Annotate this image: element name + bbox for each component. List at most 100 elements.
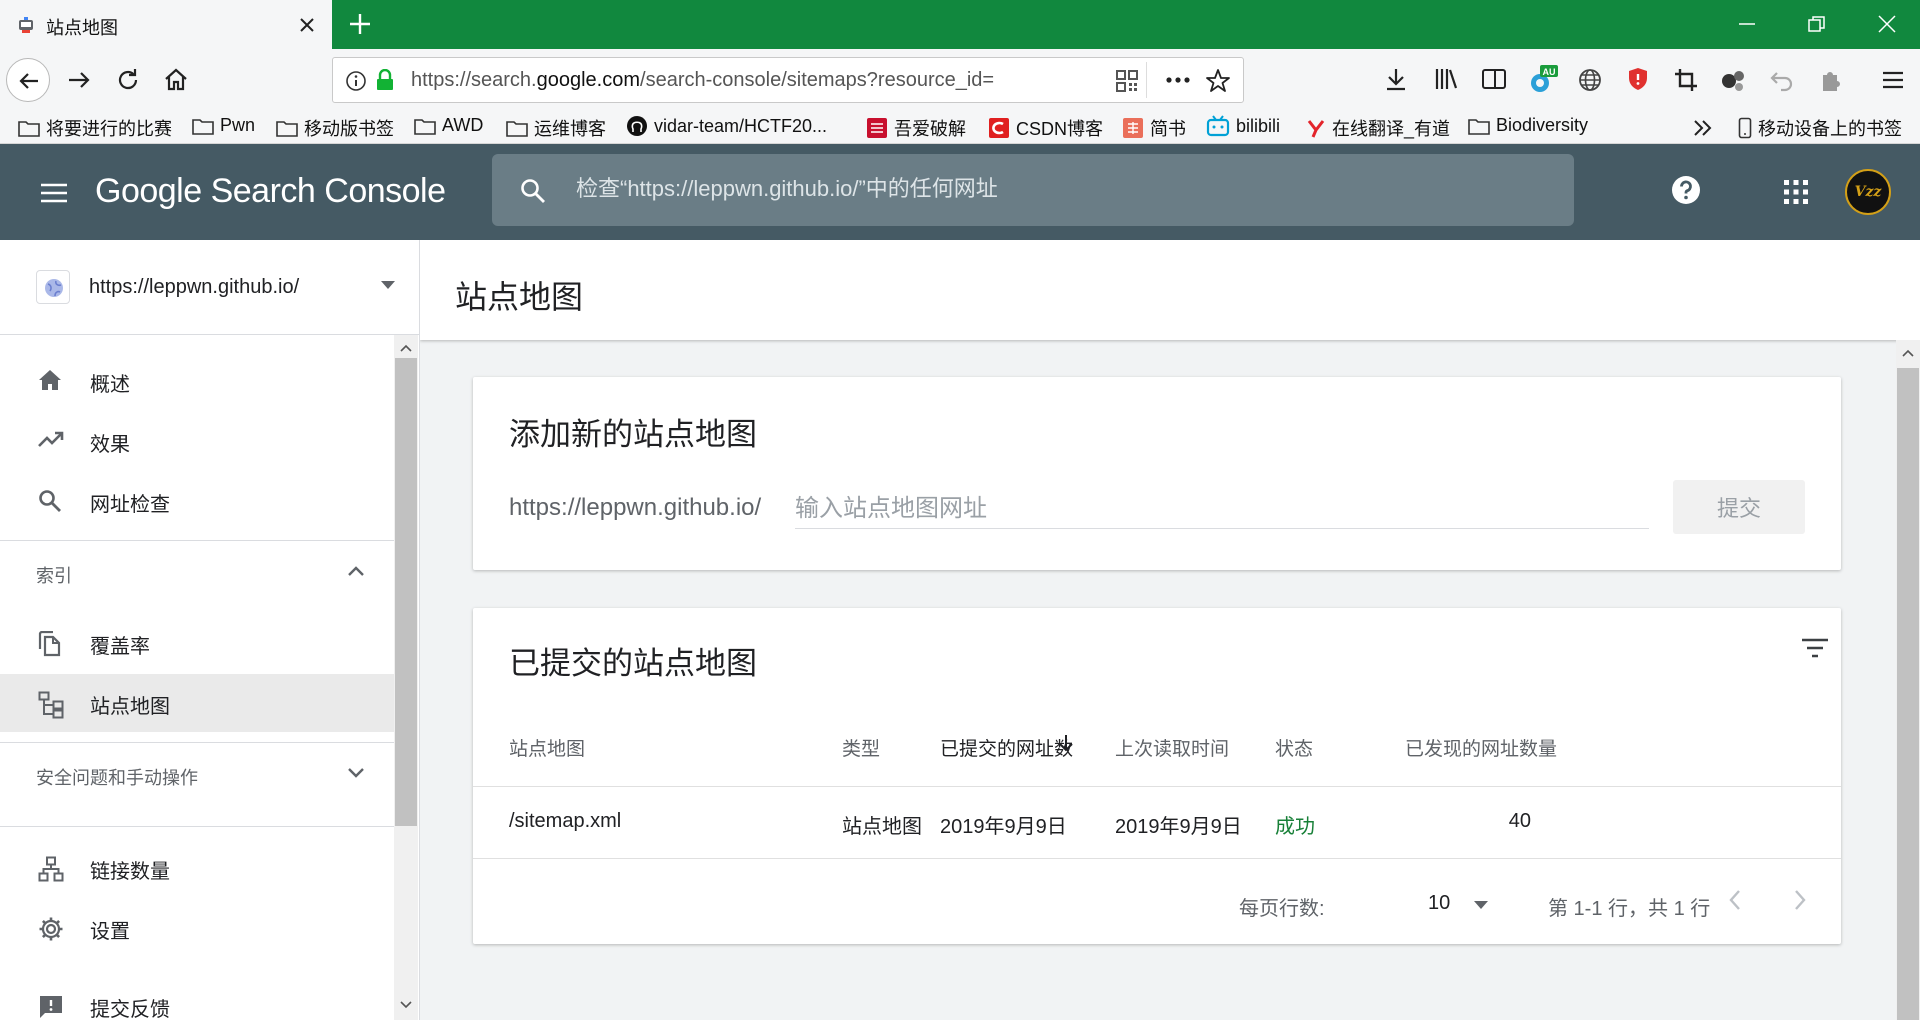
address-bar[interactable]: https://search.google.com/search-console… [332,57,1244,103]
download-icon[interactable] [1383,66,1409,92]
rows-per-page-select[interactable]: 10 [1428,892,1450,915]
chevron-down-icon [347,767,365,779]
bookmarks-overflow-icon[interactable] [1692,119,1714,137]
sidebar-item-url-inspection[interactable]: 网址检查 [0,472,394,530]
trending-up-icon [38,429,64,451]
csdn-icon [989,118,1009,138]
home-icon[interactable] [163,66,189,92]
close-window-icon[interactable] [1876,13,1898,35]
bookmark-link[interactable]: 在线翻译_有道 [1306,115,1450,141]
dots-extension-icon[interactable] [1720,67,1746,93]
shield-extension-icon[interactable] [1626,66,1650,92]
bookmark-folder[interactable]: Biodiversity [1468,115,1588,136]
info-icon[interactable] [345,70,367,92]
close-tab-icon[interactable] [298,16,316,34]
column-header-last-read[interactable]: 上次读取时间 [1115,734,1229,761]
filter-icon[interactable] [1801,638,1829,658]
card-title: 添加新的站点地图 [509,417,757,452]
main-scrollbar-thumb[interactable] [1897,368,1919,1020]
bookmark-folder-mobile[interactable]: 移动设备上的书签 [1738,115,1902,141]
sidebar-toggle-icon[interactable] [1481,67,1507,91]
puzzle-extension-icon[interactable] [1817,67,1843,93]
scroll-down-icon[interactable] [400,1001,412,1009]
new-tab-icon[interactable] [348,12,372,36]
gsc-logo[interactable]: Google Search Console [95,172,446,211]
section-security-header[interactable]: 安全问题和手动操作 [0,745,394,805]
bookmark-label: Pwn [220,115,256,135]
bookmark-folder[interactable]: AWD [414,115,483,136]
back-button[interactable] [6,58,50,102]
column-header-status[interactable]: 状态 [1275,734,1313,761]
lock-icon [375,69,395,91]
bookmark-link[interactable]: vidar-team/HCTF20... [626,115,827,137]
restore-window-icon[interactable] [1806,13,1828,35]
sidebar-scrollbar-thumb[interactable] [395,358,417,826]
crop-screenshot-icon[interactable] [1673,67,1699,93]
sitemap-icon [38,691,64,719]
cell-last-read: 2019年9月9日 [1115,816,1242,838]
globe-extension-icon[interactable] [1577,67,1603,93]
qr-code-icon[interactable] [1115,69,1139,93]
sidebar-item-links[interactable]: 链接数量 [0,839,394,897]
browser-tab-active[interactable]: 站点地图 [0,0,332,49]
reload-icon[interactable] [115,67,141,93]
chevron-right-icon[interactable] [1793,888,1807,912]
bookmark-link[interactable]: 简书 [1122,115,1186,141]
bookmark-star-icon[interactable] [1205,68,1231,94]
sidebar-nav: https://leppwn.github.io/ 概述 效果 网址检查 索引 … [0,240,420,1020]
cell-discovered: 40 [1508,810,1531,832]
sitemap-url-input[interactable] [795,489,1649,529]
bookmark-label: 移动版书签 [304,119,394,139]
bookmark-label: CSDN博客 [1016,119,1104,139]
url-text: https://search.google.com/search-console… [411,69,995,91]
card-title: 已提交的站点地图 [509,646,757,681]
more-actions-icon[interactable] [1165,70,1191,90]
column-header-type[interactable]: 类型 [842,734,880,761]
bookmark-label: 运维博客 [534,119,606,139]
sidebar-item-label: 提交反馈 [90,999,170,1020]
sidebar-item-feedback[interactable]: 提交反馈 [0,977,394,1020]
forward-icon[interactable] [66,67,92,93]
bookmark-folder[interactable]: Pwn [192,115,255,136]
caret-down-icon[interactable] [1473,900,1489,910]
folder-icon [276,121,298,137]
help-icon[interactable] [1670,174,1702,206]
extension-au-icon[interactable]: AU [1528,65,1558,95]
bookmark-folder[interactable]: 将要进行的比赛 [18,115,172,141]
bookmark-link[interactable]: 吾爱破解 [866,115,966,141]
column-header-submitted[interactable]: 已提交的网址数 [940,734,1073,761]
property-selector[interactable]: https://leppwn.github.io/ [0,240,419,335]
submitted-sitemaps-card: 已提交的站点地图 站点地图 类型 已提交的网址数 上次读取时间 状态 已发现的网… [473,608,1841,944]
apps-grid-icon[interactable] [1784,180,1808,204]
main-content: 站点地图 添加新的站点地图 https://leppwn.github.io/ … [420,240,1920,1020]
scroll-up-icon[interactable] [1902,349,1914,357]
bookmark-link[interactable]: CSDN博客 [988,115,1103,141]
bookmark-folder[interactable]: 移动版书签 [276,115,394,141]
column-header-discovered[interactable]: 已发现的网址数量 [1405,734,1557,761]
bookmark-link[interactable]: bilibili [1206,115,1280,137]
sidebar-item-settings[interactable]: 设置 [0,899,394,957]
sidebar-item-performance[interactable]: 效果 [0,412,394,470]
bookmark-label: AWD [442,115,484,135]
sidebar-item-overview[interactable]: 概述 [0,352,394,410]
menu-icon[interactable] [1880,67,1906,93]
section-index-header[interactable]: 索引 [0,543,394,603]
hamburger-menu-icon[interactable] [40,182,68,204]
browser-tab-strip: 站点地图 [0,0,1920,49]
sitemap-url-prefix: https://leppwn.github.io/ [509,494,762,521]
url-inspection-input[interactable] [576,176,1536,202]
minimize-window-icon[interactable] [1736,13,1758,35]
chevron-left-icon[interactable] [1728,888,1742,912]
sidebar-item-coverage[interactable]: 覆盖率 [0,614,394,672]
submit-button[interactable]: 提交 [1673,480,1805,534]
column-header-sitemap[interactable]: 站点地图 [509,734,585,761]
url-inspection-search-box[interactable] [492,154,1574,226]
library-icon[interactable] [1433,66,1459,92]
account-avatar[interactable]: Vzz [1845,169,1891,215]
search-console-favicon-icon [16,15,36,35]
sidebar-item-sitemaps[interactable]: 站点地图 [0,674,394,732]
section-label: 索引 [36,566,72,586]
undo-extension-icon[interactable] [1769,67,1795,93]
bookmark-folder[interactable]: 运维博客 [506,115,606,141]
scroll-up-icon[interactable] [400,344,412,352]
